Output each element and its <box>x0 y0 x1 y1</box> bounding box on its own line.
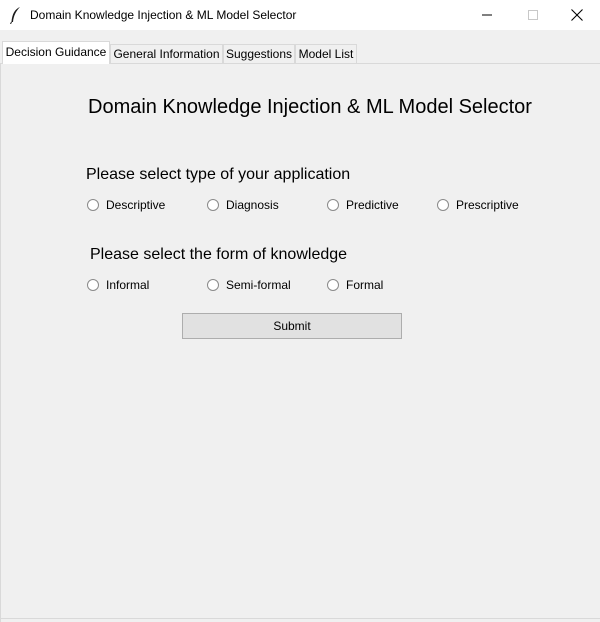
radio-label: Descriptive <box>106 198 166 212</box>
radio-label: Predictive <box>346 198 399 212</box>
panel-bottom-divider <box>0 618 600 619</box>
radio-informal[interactable]: Informal <box>87 277 149 293</box>
radio-diagnosis[interactable]: Diagnosis <box>207 197 279 213</box>
radio-label: Semi-formal <box>226 278 291 292</box>
radio-predictive[interactable]: Predictive <box>327 197 399 213</box>
radio-label: Diagnosis <box>226 198 279 212</box>
radio-circle[interactable] <box>87 199 99 211</box>
close-button[interactable] <box>554 0 600 30</box>
tab-decision-guidance[interactable]: Decision Guidance <box>2 41 110 64</box>
tab-suggestions[interactable]: Suggestions <box>223 44 295 63</box>
knowledge-form-question: Please select the form of knowledge <box>90 246 348 263</box>
feather-icon <box>8 6 24 25</box>
title-bar: Domain Knowledge Injection & ML Model Se… <box>0 0 600 30</box>
radio-circle[interactable] <box>207 279 219 291</box>
radio-circle[interactable] <box>207 199 219 211</box>
page-title: Domain Knowledge Injection & ML Model Se… <box>88 96 532 118</box>
radio-label: Prescriptive <box>456 198 519 212</box>
radio-circle[interactable] <box>327 279 339 291</box>
radio-label: Informal <box>106 278 150 292</box>
close-icon <box>571 9 583 21</box>
maximize-button[interactable] <box>510 0 556 30</box>
submit-button[interactable]: Submit <box>182 313 402 339</box>
client-area: Decision Guidance General Information Su… <box>0 30 600 622</box>
radio-label: Formal <box>346 278 384 292</box>
radio-semi-formal[interactable]: Semi-formal <box>207 277 291 293</box>
radio-prescriptive[interactable]: Prescriptive <box>437 197 519 213</box>
tab-strip: Decision Guidance General Information Su… <box>0 41 600 64</box>
tab-general-information[interactable]: General Information <box>110 44 223 63</box>
maximize-icon <box>528 10 538 20</box>
window-title: Domain Knowledge Injection & ML Model Se… <box>30 8 297 22</box>
radio-descriptive[interactable]: Descriptive <box>87 197 165 213</box>
tab-model-list[interactable]: Model List <box>295 44 357 63</box>
minimize-button[interactable] <box>464 0 510 30</box>
radio-circle[interactable] <box>327 199 339 211</box>
application-type-question: Please select type of your application <box>86 166 351 183</box>
tab-panel <box>0 63 600 622</box>
radio-circle[interactable] <box>87 279 99 291</box>
minimize-icon <box>482 14 492 16</box>
radio-formal[interactable]: Formal <box>327 277 383 293</box>
radio-circle[interactable] <box>437 199 449 211</box>
